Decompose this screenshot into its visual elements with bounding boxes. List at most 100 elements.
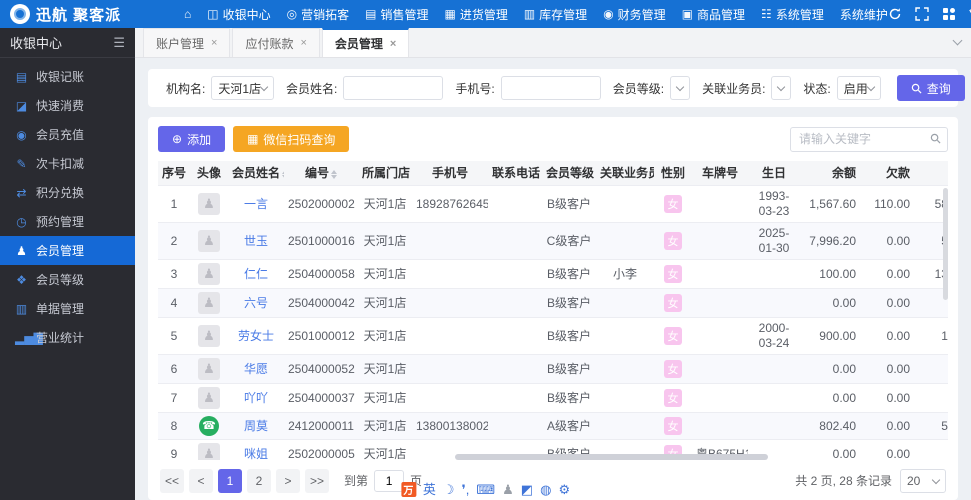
gear-icon[interactable]: ⚙ (558, 483, 570, 496)
table-row[interactable]: 4♟六号2504000042天河1店B级客户女0.000.000.00 (158, 288, 948, 318)
tab-close-icon[interactable]: × (300, 37, 306, 49)
apps-grid-icon[interactable] (942, 7, 956, 22)
table-row[interactable]: 3♟仁仁2504000058天河1店B级客户小李女100.000.0013,12… (158, 259, 948, 289)
prev-page-button[interactable]: < (189, 468, 214, 493)
page-size-select[interactable]: 20 (900, 468, 946, 493)
plus-circle-icon: ⊕ (172, 132, 183, 146)
sort-icon[interactable] (331, 169, 337, 180)
avatar-placeholder-icon[interactable]: ♟ (198, 229, 220, 252)
code-cell: 2504000037 (284, 383, 358, 413)
caret-icon (866, 82, 876, 92)
avatar-placeholder-icon[interactable]: ♟ (198, 386, 220, 409)
search-icon[interactable] (930, 133, 941, 144)
refresh-icon[interactable] (888, 7, 902, 22)
goods-icon: ▣ (681, 7, 694, 21)
tab-账户管理[interactable]: 账户管理 × (143, 28, 231, 57)
avatar-placeholder-icon[interactable]: ♟ (198, 262, 220, 285)
sidebar-item-快速消费[interactable]: ◪ 快速消费 (0, 91, 135, 120)
avatar-placeholder-icon[interactable]: ♟ (198, 357, 220, 380)
member-name-link[interactable]: 劳女士 (238, 329, 274, 343)
search-button[interactable]: 查询 (896, 75, 965, 101)
gender-badge: 女 (664, 388, 682, 407)
member-name-link[interactable]: 世玉 (244, 234, 268, 248)
skin-icon[interactable]: ◩ (521, 483, 533, 496)
mobile-input[interactable] (500, 76, 601, 100)
page-button-1[interactable]: 1 (218, 468, 243, 493)
nav-item-maintain[interactable]: 系统维护 (840, 6, 888, 23)
ime-logo-icon[interactable]: 万 (400, 482, 416, 497)
sidebar-item-会员充值[interactable]: ◉ 会员充值 (0, 120, 135, 149)
table-row[interactable]: 2 ♟ 世玉 2501000016 天河1店 C级客户 女 2025-01-30 7,996.2… (158, 222, 948, 260)
member-name-input[interactable] (343, 76, 444, 100)
nav-item-finance[interactable]: ◉ 财务管理 (603, 6, 666, 23)
horizontal-scrollbar[interactable] (158, 454, 940, 460)
avatar-cell: ♟ (190, 288, 228, 318)
nav-item-goods[interactable]: ▣ 商品管理 (682, 6, 745, 23)
goto-page-input[interactable] (374, 469, 405, 492)
vertical-scrollbar[interactable] (943, 186, 948, 452)
sidebar-collapse-icon[interactable]: ☰ (113, 35, 125, 51)
sidebar-item-单据管理[interactable]: ▥ 单据管理 (0, 294, 135, 323)
sort-icon[interactable] (282, 169, 284, 180)
moon-icon[interactable]: ☽ (443, 483, 455, 496)
member-name-link[interactable]: 仁仁 (244, 267, 268, 281)
col-header-debt: 欠款 (862, 161, 916, 186)
member-name-link[interactable]: 六号 (244, 296, 268, 310)
wechat-phone-icon[interactable]: ☎ (199, 415, 219, 436)
tab-应付账款[interactable]: 应付账款 × (232, 28, 320, 57)
sidebar-item-收银记账[interactable]: ▤ 收银记账 (0, 62, 135, 91)
org-select[interactable]: 天河1店 (211, 76, 275, 100)
english-mode-icon[interactable]: 英 (423, 483, 436, 496)
table-row[interactable]: 8 ☎ 周莫 2412000011 天河1店 13800138002 A级客户 女 802.40… (158, 412, 948, 440)
fullscreen-icon[interactable] (915, 7, 929, 22)
punctuation-icon[interactable]: ❜, (462, 483, 470, 496)
sidebar-item-积分兑换[interactable]: ⇄ 积分兑换 (0, 178, 135, 207)
table-row[interactable]: 6♟华愿2504000052天河1店B级客户女0.000.005.00 (158, 354, 948, 384)
page-button-2[interactable]: 2 (247, 468, 272, 493)
status-select[interactable]: 启用 (836, 76, 881, 100)
finance-icon: ◉ (603, 7, 614, 21)
nav-item-marketing[interactable]: ◎ 营销拓客 (287, 6, 350, 23)
keyboard-icon[interactable]: ⌨ (476, 483, 495, 496)
col-header-birthday: 生日 (748, 161, 800, 186)
next-page-button[interactable]: > (276, 468, 301, 493)
nav-item-system[interactable]: ☷ 系统管理 (761, 6, 824, 23)
member-name-link[interactable]: 华愿 (244, 362, 268, 376)
wechat-scan-button[interactable]: ▦ 微信扫码查询 (233, 126, 350, 152)
sidebar-item-营业统计[interactable]: ▂▅▇ 营业统计 (0, 323, 135, 352)
member-name-link[interactable]: 周莫 (244, 419, 268, 433)
first-page-button[interactable]: << (160, 468, 185, 493)
nav-item-home[interactable]: ⌂ (184, 7, 191, 21)
table-row[interactable]: 5 ♟ 劳女士 2501000012 天河1店 B级客户 女 2000-03-24 900.00… (158, 317, 948, 355)
balance-cell: 0.00 (800, 354, 862, 384)
member-name-link[interactable]: 一言 (244, 197, 268, 211)
tab-close-icon[interactable]: × (211, 37, 217, 49)
person-icon[interactable]: ♟ (502, 483, 514, 496)
avatar-placeholder-icon[interactable]: ♟ (198, 192, 220, 215)
tab-会员管理[interactable]: 会员管理 × (321, 28, 410, 57)
agent-select[interactable] (771, 76, 792, 100)
sidebar-item-会员等级[interactable]: ❖ 会员等级 (0, 265, 135, 294)
sidebar-item-会员管理[interactable]: ♟ 会员管理 (0, 236, 135, 265)
globe-icon[interactable]: ◍ (540, 483, 551, 496)
add-button[interactable]: ⊕ 添加 (158, 126, 226, 152)
col-header-code[interactable]: 编号 (284, 161, 358, 186)
member-name-link[interactable]: 吖吖 (244, 391, 268, 405)
tab-close-icon[interactable]: × (390, 38, 396, 50)
avatar-placeholder-icon[interactable]: ♟ (198, 291, 220, 314)
avatar-placeholder-icon[interactable]: ♟ (198, 324, 220, 347)
table-row[interactable]: 7♟吖吖2504000037天河1店B级客户女0.000.000.00 (158, 383, 948, 413)
last-page-button[interactable]: >> (305, 468, 330, 493)
nav-item-sales[interactable]: ▤ 销售管理 (365, 6, 428, 23)
col-header-level[interactable]: 会员等级 (542, 161, 596, 186)
nav-item-inventory[interactable]: ▥ 库存管理 (524, 6, 587, 23)
table-row[interactable]: 1 ♟ 一言 2502000002 天河1店 18928762645 B级客户 女 1993-0… (158, 185, 948, 223)
sidebar-item-次卡扣减[interactable]: ✎ 次卡扣减 (0, 149, 135, 178)
nav-item-purchase[interactable]: ▦ 进货管理 (444, 6, 507, 23)
col-header-name[interactable]: 会员姓名 (228, 161, 284, 186)
keyword-input[interactable] (790, 126, 948, 152)
level-select[interactable] (670, 76, 691, 100)
nav-item-cashier[interactable]: ◫ 收银中心 (207, 6, 270, 23)
sidebar-item-预约管理[interactable]: ◷ 预约管理 (0, 207, 135, 236)
tab-list-chevron-icon[interactable] (952, 35, 963, 46)
